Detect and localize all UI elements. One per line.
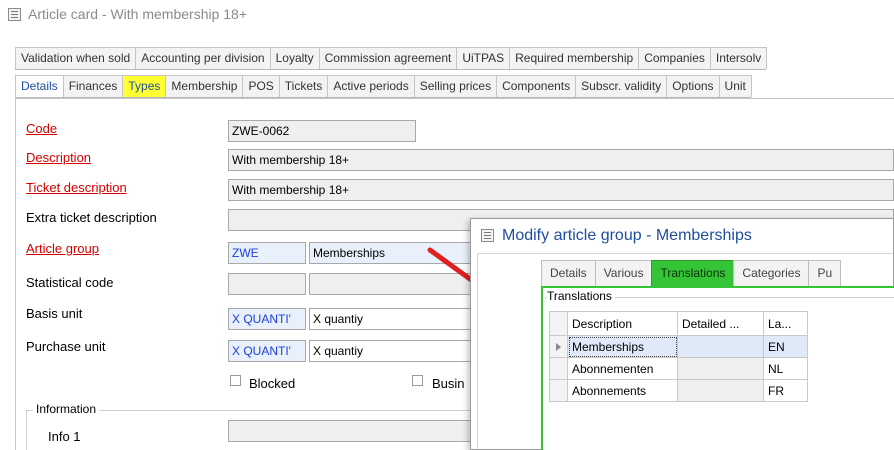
grid-corner — [549, 311, 568, 336]
description-field[interactable]: With membership 18+ — [228, 149, 894, 171]
row-language[interactable]: NL — [763, 357, 808, 380]
article-group-label: Article group — [26, 241, 99, 256]
tab-details[interactable]: Details — [15, 75, 64, 97]
window-title-bar: Article card - With membership 18+ — [0, 0, 894, 30]
row-description[interactable]: Abonnements — [567, 379, 678, 402]
basis-unit-label: Basis unit — [26, 306, 83, 321]
article-group-code-field[interactable]: ZWE — [228, 242, 306, 264]
ticket-description-label: Ticket description — [26, 180, 127, 195]
business-label: Busin — [432, 376, 465, 391]
info1-field[interactable] — [228, 420, 478, 442]
code-field[interactable]: ZWE-0062 — [228, 120, 416, 142]
tab-subscr-validity[interactable]: Subscr. validity — [575, 75, 668, 97]
tab-types[interactable]: Types — [122, 75, 167, 97]
column-header-language[interactable]: La... — [763, 311, 808, 336]
tab-uitpas[interactable]: UiTPAS — [456, 47, 511, 69]
business-checkbox[interactable] — [412, 375, 423, 386]
window-title: Article card - With membership 18+ — [28, 6, 248, 22]
table-row[interactable]: Memberships EN — [549, 335, 808, 358]
basis-unit-code-field[interactable]: X QUANTI' — [228, 308, 306, 330]
tab-companies[interactable]: Companies — [638, 47, 711, 69]
table-row[interactable]: Abonnementen NL — [549, 357, 808, 380]
tab-tickets[interactable]: Tickets — [278, 75, 329, 97]
information-group-title: Information — [33, 402, 100, 416]
information-group-border-left — [26, 410, 27, 450]
info1-label: Info 1 — [48, 429, 81, 444]
tab-membership[interactable]: Membership — [165, 75, 244, 97]
tab-unit[interactable]: Unit — [718, 75, 752, 97]
row-detailed[interactable] — [677, 379, 764, 402]
tab-active-periods[interactable]: Active periods — [327, 75, 415, 97]
dialog-icon — [481, 229, 494, 242]
statistical-code-field[interactable] — [228, 273, 306, 295]
tab-commission-agreement[interactable]: Commission agreement — [318, 47, 458, 69]
row-indicator — [549, 335, 568, 358]
translations-group-title: Translations — [547, 289, 615, 303]
row-description[interactable]: Abonnementen — [567, 357, 678, 380]
tabs-row-1: Validation when sold Accounting per divi… — [15, 47, 768, 70]
row-detailed[interactable] — [677, 357, 764, 380]
code-label: Code — [26, 121, 58, 136]
window-icon — [8, 8, 21, 21]
table-row[interactable]: Abonnements FR — [549, 379, 808, 402]
modify-article-group-dialog: Modify article group - Memberships Detai… — [470, 218, 894, 450]
blocked-label: Blocked — [249, 376, 296, 391]
dialog-tab-translations[interactable]: Translations — [651, 260, 735, 286]
tab-loyalty[interactable]: Loyalty — [269, 47, 320, 69]
description-label: Description — [26, 150, 92, 165]
blocked-checkbox[interactable] — [230, 375, 241, 386]
translations-grid: Description Detailed ... La... Membershi… — [549, 311, 808, 402]
dialog-tab-details[interactable]: Details — [541, 260, 596, 286]
purchase-unit-code-field[interactable]: X QUANTI' — [228, 340, 306, 362]
ticket-description-field[interactable]: With membership 18+ — [228, 179, 894, 201]
dialog-tab-pu[interactable]: Pu — [808, 260, 842, 286]
tab-intersolv[interactable]: Intersolv — [709, 47, 768, 69]
dialog-tab-various[interactable]: Various — [594, 260, 653, 286]
dialog-tabs: Details Various Translations Categories … — [541, 260, 842, 286]
row-indicator — [549, 357, 568, 380]
row-detailed[interactable] — [677, 335, 764, 358]
tabs-row-2: Details Finances Types Membership POS Ti… — [15, 75, 752, 98]
row-indicator — [549, 379, 568, 402]
row-language[interactable]: EN — [763, 335, 808, 358]
row-description[interactable]: Memberships — [567, 335, 678, 358]
tab-pos[interactable]: POS — [242, 75, 280, 97]
tab-finances[interactable]: Finances — [62, 75, 124, 97]
purchase-unit-label: Purchase unit — [26, 339, 106, 354]
tab-validation-when-sold[interactable]: Validation when sold — [15, 47, 137, 69]
tab-selling-prices[interactable]: Selling prices — [413, 75, 498, 97]
tab-options[interactable]: Options — [666, 75, 720, 97]
column-header-detailed[interactable]: Detailed ... — [677, 311, 764, 336]
tab-required-membership[interactable]: Required membership — [509, 47, 640, 69]
row-language[interactable]: FR — [763, 379, 808, 402]
dialog-title: Modify article group - Memberships — [502, 227, 752, 244]
tab-components[interactable]: Components — [496, 75, 577, 97]
row-pointer-icon — [556, 342, 561, 351]
dialog-tab-categories[interactable]: Categories — [733, 260, 810, 286]
extra-ticket-description-label: Extra ticket description — [26, 210, 157, 225]
tab-accounting-per-division[interactable]: Accounting per division — [135, 47, 271, 69]
column-header-description[interactable]: Description — [567, 311, 678, 336]
grid-header-row: Description Detailed ... La... — [549, 311, 808, 336]
statistical-code-label: Statistical code — [26, 275, 114, 290]
